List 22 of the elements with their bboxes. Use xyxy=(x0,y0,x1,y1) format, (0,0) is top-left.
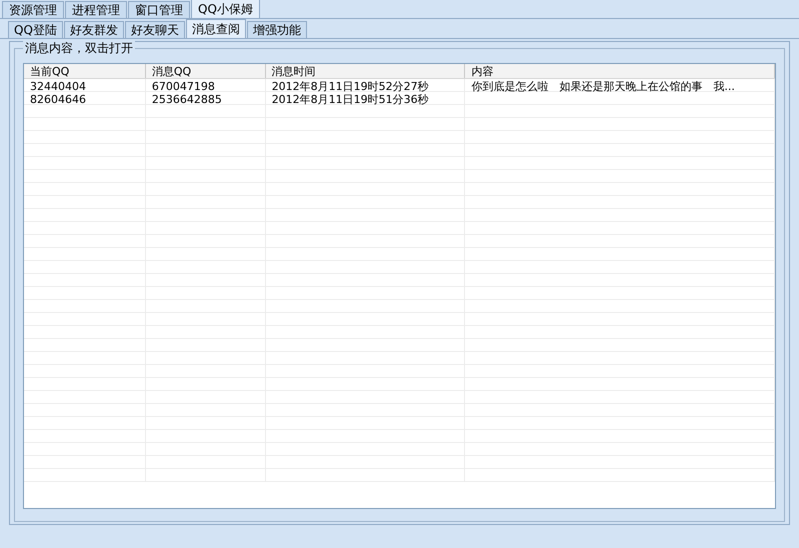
sub-tab[interactable]: 好友群发 xyxy=(64,21,124,38)
column-header[interactable]: 消息时间 xyxy=(272,65,316,78)
main-tab[interactable]: 资源管理 xyxy=(2,1,64,18)
sub-tab[interactable]: 增强功能 xyxy=(246,21,307,38)
column-header[interactable]: 当前QQ xyxy=(30,65,70,78)
group-title: 消息内容，双击打开 xyxy=(23,40,135,56)
table-cell: 你到底是怎么啦 如果还是那天晚上在公馆的事 我... xyxy=(471,80,735,93)
table-cell: 2012年8月11日19时51分36秒 xyxy=(272,93,429,106)
main-tab[interactable]: 窗口管理 xyxy=(128,1,190,18)
sub-tab[interactable]: 好友聊天 xyxy=(124,21,185,38)
column-header[interactable]: 内容 xyxy=(471,65,494,78)
sub-tab[interactable]: QQ登陆 xyxy=(8,21,63,38)
main-tab[interactable]: QQ小保姆 xyxy=(191,0,260,18)
table-cell: 32440404 xyxy=(30,80,86,93)
table-cell: 2012年8月11日19时52分27秒 xyxy=(272,80,429,93)
column-header[interactable]: 消息QQ xyxy=(152,65,192,78)
table-cell: 2536642885 xyxy=(152,93,222,106)
message-list[interactable]: 当前QQ 消息QQ 消息时间 内容 32440404 670047198 2012年8月11日19时52分27秒 你到底是怎么啦 如果还是那天晚上在公馆的事 我... 82604646 2536642885 2012年8月11日19时51分36秒 xyxy=(23,63,776,509)
table-cell: 670047198 xyxy=(152,80,215,93)
sub-tab[interactable]: 消息查阅 xyxy=(186,19,246,38)
main-tab[interactable]: 进程管理 xyxy=(65,1,127,18)
table-cell: 82604646 xyxy=(30,93,86,106)
